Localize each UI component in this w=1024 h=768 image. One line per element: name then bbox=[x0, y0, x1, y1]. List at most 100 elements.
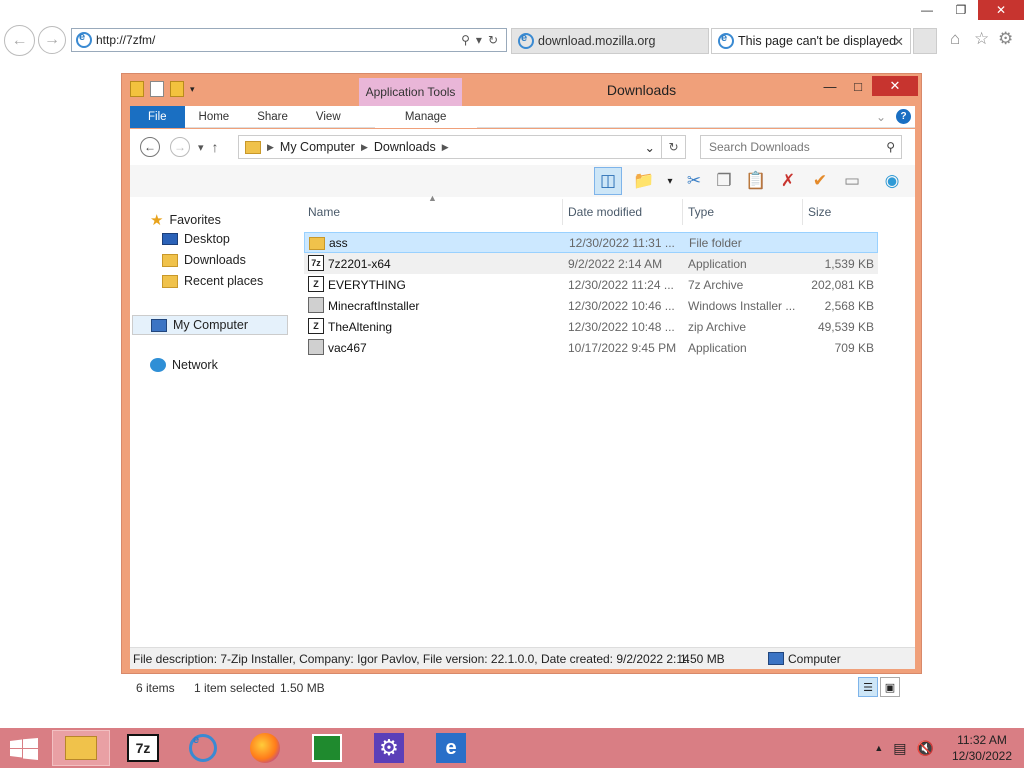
tab-manage[interactable]: Manage bbox=[374, 106, 477, 128]
delete-icon[interactable]: ✗ bbox=[774, 167, 802, 195]
refresh-button[interactable]: ↻ bbox=[662, 135, 686, 159]
recent-locations-icon[interactable]: ▾ bbox=[198, 141, 204, 154]
taskbar-store[interactable] bbox=[298, 730, 356, 766]
help-icon[interactable]: ? bbox=[896, 109, 911, 124]
cut-icon[interactable]: ✂ bbox=[680, 167, 708, 195]
column-header-date[interactable]: Date modified bbox=[568, 205, 642, 219]
home-icon[interactable]: ⌂ bbox=[950, 29, 960, 49]
network-icon bbox=[150, 358, 166, 372]
details-view-button[interactable]: ☰ bbox=[858, 677, 878, 697]
restore-button[interactable]: ❐ bbox=[944, 0, 978, 20]
taskbar-file-explorer[interactable] bbox=[52, 730, 110, 766]
taskbar-internet-explorer[interactable] bbox=[174, 730, 232, 766]
rename-icon[interactable]: ▭ bbox=[838, 167, 866, 195]
tab-share[interactable]: Share bbox=[243, 106, 302, 128]
breadcrumb-my-computer[interactable]: My Computer bbox=[274, 140, 361, 154]
gear-icon[interactable]: ⚙ bbox=[998, 29, 1013, 49]
forward-button[interactable]: → bbox=[170, 137, 190, 157]
sidebar-item-network[interactable]: Network bbox=[150, 358, 218, 372]
file-list: Name Date modified Type Size ▲ ass 12/30… bbox=[304, 193, 915, 619]
file-row[interactable]: Z TheAltening 12/30/2022 10:48 ... zip A… bbox=[304, 316, 878, 337]
sidebar-item-my-computer[interactable]: My Computer bbox=[132, 315, 288, 335]
column-divider[interactable] bbox=[802, 199, 803, 225]
start-button[interactable] bbox=[10, 738, 38, 760]
minimize-button[interactable]: — bbox=[910, 0, 944, 20]
file-size: 2,568 KB bbox=[824, 298, 874, 313]
up-arrow-icon[interactable]: ↑ bbox=[212, 139, 219, 155]
sidebar-item-favorites[interactable]: ★ Favorites bbox=[150, 211, 221, 229]
tab-home[interactable]: Home bbox=[185, 106, 244, 128]
search-icon[interactable]: ⚲ bbox=[461, 33, 470, 47]
file-row[interactable]: 7z 7z2201-x64 9/2/2022 2:14 AM Applicati… bbox=[304, 253, 878, 274]
column-header-name[interactable]: Name bbox=[308, 205, 340, 219]
breadcrumb-downloads[interactable]: Downloads bbox=[368, 140, 442, 154]
chevron-right-icon[interactable]: ▶ bbox=[261, 142, 274, 153]
sort-ascending-icon: ▲ bbox=[428, 193, 437, 203]
sidebar-item-downloads[interactable]: Downloads bbox=[162, 253, 246, 267]
preview-pane-icon[interactable]: ◫ bbox=[594, 167, 622, 195]
maximize-button[interactable]: □ bbox=[844, 76, 872, 96]
sidebar-item-recent-places[interactable]: Recent places bbox=[162, 274, 263, 288]
copy-icon[interactable]: ❐ bbox=[710, 167, 738, 195]
star-icon: ★ bbox=[150, 212, 164, 229]
file-date: 9/2/2022 2:14 AM bbox=[568, 256, 663, 271]
file-row[interactable]: ass 12/30/2022 11:31 ... File folder bbox=[304, 232, 878, 253]
tab-file[interactable]: File bbox=[130, 106, 185, 128]
tab-view[interactable]: View bbox=[302, 106, 355, 128]
globe-icon[interactable]: ◉ bbox=[878, 167, 906, 195]
new-folder-icon[interactable]: 📁 bbox=[630, 167, 658, 195]
address-text[interactable]: http://7zfm/ bbox=[96, 33, 461, 47]
tab-error[interactable]: This page can't be displayed ✕ bbox=[711, 28, 911, 54]
chevron-down-icon[interactable]: ⌄ bbox=[645, 140, 661, 155]
breadcrumb[interactable]: ▶ My Computer ▶ Downloads ▶ ⌄ bbox=[238, 135, 662, 159]
refresh-icon[interactable]: ↻ bbox=[488, 33, 498, 47]
favorites-star-icon[interactable]: ☆ bbox=[974, 29, 989, 49]
large-icons-view-button[interactable]: ▣ bbox=[880, 677, 900, 697]
paste-icon[interactable]: 📋 bbox=[742, 167, 770, 195]
taskbar-settings[interactable]: ⚙ bbox=[360, 730, 418, 766]
command-toolbar: ◫ 📁 ▾ ✂ ❐ 📋 ✗ ✔ ▭ ◉ bbox=[130, 165, 915, 197]
column-header-type[interactable]: Type bbox=[688, 205, 714, 219]
column-header-size[interactable]: Size bbox=[808, 205, 831, 219]
taskbar-7zip[interactable]: 7z bbox=[114, 730, 172, 766]
chevron-right-icon[interactable]: ▶ bbox=[442, 142, 449, 153]
tab-mozilla[interactable]: download.mozilla.org bbox=[511, 28, 709, 54]
clock[interactable]: 11:32 AM 12/30/2022 bbox=[940, 732, 1024, 764]
column-divider[interactable] bbox=[562, 199, 563, 225]
taskbar-firefox[interactable] bbox=[236, 730, 294, 766]
show-hidden-icons-icon[interactable]: ▲ bbox=[868, 743, 889, 753]
expand-ribbon-icon[interactable]: ⌄ bbox=[876, 110, 886, 124]
sidebar-item-desktop[interactable]: Desktop bbox=[162, 232, 230, 246]
browser-chrome: — ❐ ✕ ← → http://7zfm/ ⚲ ▾ ↻ download.mo… bbox=[0, 0, 1024, 58]
system-tray: ▲ ▤ 🔇 11:32 AM 12/30/2022 bbox=[868, 728, 1024, 768]
computer-icon bbox=[768, 652, 784, 665]
dropdown-icon[interactable]: ▾ bbox=[476, 33, 482, 47]
file-type: Windows Installer ... bbox=[688, 298, 796, 313]
address-bar[interactable]: http://7zfm/ ⚲ ▾ ↻ bbox=[71, 28, 507, 52]
file-date: 12/30/2022 10:48 ... bbox=[568, 319, 675, 334]
file-name: ass bbox=[329, 235, 348, 250]
close-tab-icon[interactable]: ✕ bbox=[894, 34, 904, 49]
back-button[interactable]: ← bbox=[4, 25, 35, 56]
network-icon[interactable]: ▤ bbox=[889, 740, 910, 757]
back-button[interactable]: ← bbox=[140, 137, 160, 157]
file-row[interactable]: MinecraftInstaller 12/30/2022 10:46 ... … bbox=[304, 295, 878, 316]
ie-tab-icon bbox=[718, 32, 734, 49]
file-row[interactable]: Z EVERYTHING 12/30/2022 11:24 ... 7z Arc… bbox=[304, 274, 878, 295]
close-button[interactable]: ✕ bbox=[872, 76, 918, 96]
taskbar-internet-explorer-2[interactable]: e bbox=[422, 730, 480, 766]
column-divider[interactable] bbox=[682, 199, 683, 225]
checkmark-icon[interactable]: ✔ bbox=[806, 167, 834, 195]
chevron-right-icon[interactable]: ▶ bbox=[361, 142, 368, 153]
search-input[interactable]: Search Downloads ⚲ bbox=[700, 135, 902, 159]
ie-metro-icon: e bbox=[436, 733, 466, 763]
tab-label: download.mozilla.org bbox=[538, 34, 656, 48]
settings-gear-icon: ⚙ bbox=[374, 733, 404, 763]
volume-muted-icon[interactable]: 🔇 bbox=[911, 740, 940, 757]
close-button[interactable]: ✕ bbox=[978, 0, 1024, 20]
minimize-button[interactable]: — bbox=[816, 76, 844, 96]
file-row[interactable]: vac467 10/17/2022 9:45 PM Application 70… bbox=[304, 337, 878, 358]
forward-button[interactable]: → bbox=[38, 26, 66, 54]
file-description: File description: 7-Zip Installer, Compa… bbox=[133, 651, 690, 666]
new-tab-button[interactable] bbox=[913, 28, 937, 54]
